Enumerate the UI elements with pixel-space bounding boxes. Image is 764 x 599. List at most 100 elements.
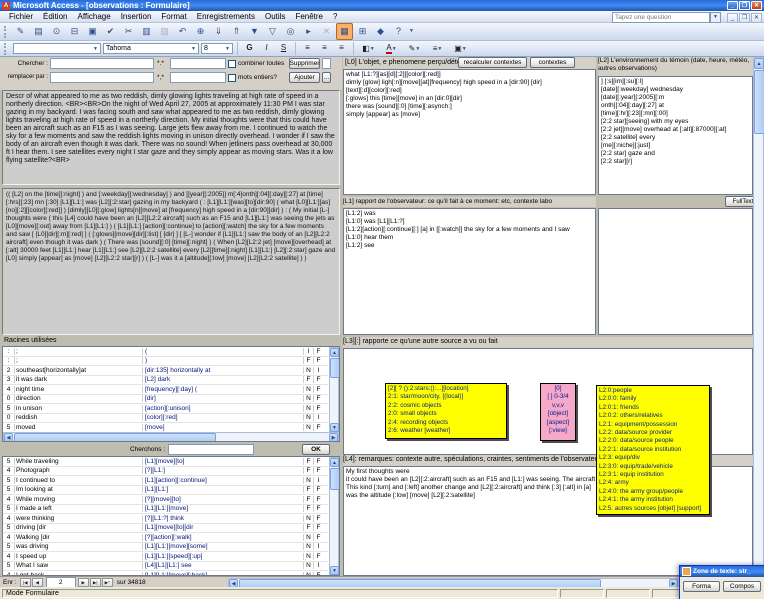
- find-icon[interactable]: ◎: [282, 23, 299, 40]
- new-object-icon[interactable]: ◆: [372, 23, 389, 40]
- scroll-thumb[interactable]: [14, 433, 216, 442]
- copy-icon[interactable]: ▥: [138, 23, 155, 40]
- fill-color-button[interactable]: ◧▼: [358, 41, 379, 56]
- list-item[interactable]: 5 was driving [L1][L1:][move][some] N I: [3, 543, 328, 553]
- goto-field-combobox[interactable]: ▼: [13, 43, 101, 54]
- compose-tab-button[interactable]: Compos: [723, 581, 761, 592]
- list-item[interactable]: 4 I get back [L1][L1:][move][:back] N F: [3, 571, 328, 575]
- find-input[interactable]: [50, 58, 154, 69]
- note-l2-taxonomy[interactable]: L2:0:peopleL2:0:0: familyL2:0:1: friends…: [596, 385, 710, 515]
- filter-by-selection-icon[interactable]: ▼: [246, 23, 263, 40]
- format-tab-button[interactable]: Forma: [683, 581, 720, 592]
- list-item[interactable]: 5 While traveling [L1][move][to] F F: [3, 457, 328, 467]
- line-color-button[interactable]: ✎▼: [404, 41, 425, 56]
- file-search-icon[interactable]: ⊙: [48, 23, 65, 40]
- properties-title-bar[interactable]: Zone de texte: str_: [680, 566, 764, 577]
- new-record-icon[interactable]: ▸: [300, 23, 317, 40]
- menu-item[interactable]: ?: [328, 12, 342, 21]
- table-row[interactable]: 4 night time [frequency][:day] ( N F: [3, 385, 328, 395]
- note-cosmic-objects[interactable]: [2][ ? ():2:stars:():...][location]2:1: …: [385, 383, 507, 439]
- mdi-restore-icon[interactable]: ❒: [739, 13, 750, 23]
- list-item[interactable]: 4 Walking [dir [?][action][:walk] N F: [3, 533, 328, 543]
- table-row[interactable]: 5 moved [move] N F: [3, 423, 328, 432]
- italic-button[interactable]: I: [259, 41, 274, 56]
- note-object-aspect[interactable]: [0][ ] 0-3/4v,v,v[object][aspect][:view]: [540, 383, 576, 441]
- find-context-input[interactable]: [170, 58, 226, 69]
- menu-item[interactable]: Outils: [260, 12, 290, 21]
- menu-item[interactable]: Fenêtre: [290, 12, 328, 21]
- list-item[interactable]: 5 driving [dir [L1][move][to][dir F F: [3, 524, 328, 534]
- paste-icon[interactable]: ▨: [156, 23, 173, 40]
- toolbar-options-icon[interactable]: ▼: [408, 24, 415, 39]
- add-button[interactable]: Ajouter: [289, 72, 320, 83]
- list-item[interactable]: 5 I made a left [L1][L1:][move] F F: [3, 505, 328, 515]
- align-center-icon[interactable]: ≡: [317, 41, 332, 56]
- table-row[interactable]: : ; ( I F: [3, 347, 328, 357]
- table-row[interactable]: : ; ) F F: [3, 357, 328, 367]
- table-row[interactable]: 0 reddish [color][:red] N I: [3, 414, 328, 424]
- scroll-thumb[interactable]: [754, 70, 764, 134]
- next-record-button[interactable]: ▶: [78, 578, 89, 587]
- sort-ascending-icon[interactable]: ⇓: [210, 23, 227, 40]
- delete-record-icon[interactable]: ✕: [318, 23, 335, 40]
- cut-icon[interactable]: ✂: [120, 23, 137, 40]
- roots-vertical-scrollbar[interactable]: ▲ ▼: [329, 347, 339, 432]
- scroll-right-icon[interactable]: ▶: [329, 433, 338, 442]
- form-vertical-scrollbar[interactable]: ▲ ▼: [753, 57, 764, 576]
- toolbar-grip[interactable]: [4, 43, 9, 55]
- scroll-down-icon[interactable]: ▼: [330, 423, 339, 432]
- underline-button[interactable]: S: [276, 41, 291, 56]
- list-item[interactable]: 5 I continued to [L1][action][:continue]…: [3, 476, 328, 486]
- first-record-button[interactable]: |◀: [20, 578, 31, 587]
- mdi-minimize-icon[interactable]: _: [727, 13, 738, 23]
- menu-item[interactable]: Insertion: [116, 12, 157, 21]
- list-item[interactable]: 4 While moving [?][move][to] F F: [3, 495, 328, 505]
- filter-by-form-icon[interactable]: ▽: [264, 23, 281, 40]
- hyperlink-icon[interactable]: ⊕: [192, 23, 209, 40]
- small-find-field[interactable]: [322, 58, 331, 69]
- sort-descending-icon[interactable]: ⇑: [228, 23, 245, 40]
- current-record-field[interactable]: 2: [46, 577, 76, 588]
- last-record-button[interactable]: ▶|: [90, 578, 101, 587]
- roots-horizontal-scrollbar[interactable]: ◀ ▶: [3, 432, 339, 442]
- replace-context-input[interactable]: [170, 72, 226, 83]
- align-right-icon[interactable]: ≡: [334, 41, 349, 56]
- list-item[interactable]: 5 Im looking at [L1][L1:] F F: [3, 486, 328, 496]
- more-button[interactable]: ...: [322, 72, 331, 83]
- help-icon[interactable]: ?: [390, 23, 407, 40]
- database-window-icon[interactable]: ⊞: [354, 23, 371, 40]
- list-item[interactable]: 5 What I saw [L4][L1][L1:] see N I: [3, 562, 328, 572]
- special-effect-button[interactable]: ▣▼: [450, 41, 471, 56]
- table-row[interactable]: 5 in unison [action][:unison] N F: [3, 404, 328, 414]
- font-name-combobox[interactable]: Tahoma▼: [103, 43, 199, 54]
- chevron-down-icon[interactable]: ▼: [710, 12, 721, 23]
- properties-icon[interactable]: ▦: [336, 23, 353, 40]
- scroll-up-icon[interactable]: ▲: [330, 348, 339, 357]
- list-item[interactable]: 4 I speed up [L1][L1:][speed][:up] N F: [3, 552, 328, 562]
- contexts-button[interactable]: contextes: [530, 57, 575, 68]
- maximize-icon[interactable]: ❒: [739, 1, 750, 10]
- scroll-up-icon[interactable]: ▲: [330, 458, 339, 467]
- ok-button[interactable]: OK: [302, 444, 330, 455]
- border-width-button[interactable]: ≡▼: [427, 41, 448, 56]
- l0-textbox[interactable]: what [L1:?][as][d][:2][[color][:red]] di…: [343, 69, 596, 195]
- phrases-vertical-scrollbar[interactable]: ▲ ▼: [329, 457, 339, 575]
- undo-icon[interactable]: ↶: [174, 23, 191, 40]
- menu-item[interactable]: Enregistrements: [192, 12, 260, 21]
- font-color-button[interactable]: A▼: [381, 41, 402, 56]
- table-row[interactable]: 2 southeast[horizontally]at [dir:135] ho…: [3, 366, 328, 376]
- minimize-icon[interactable]: _: [727, 1, 738, 10]
- combine-all-checkbox[interactable]: [228, 60, 236, 68]
- scroll-thumb[interactable]: [330, 468, 340, 490]
- l2-secondary-textbox[interactable]: [598, 208, 753, 335]
- menu-item[interactable]: Fichier: [4, 12, 38, 21]
- bold-button[interactable]: G: [242, 41, 257, 56]
- delete-button[interactable]: Supprimer: [289, 58, 320, 69]
- l1-textbox[interactable]: [L1:2] was [L1:0] was [L1][L1:?] [L1:2][…: [343, 208, 596, 335]
- l2-textbox[interactable]: ] [:s][im][:su][:l] [date][:weekday] wed…: [598, 76, 753, 195]
- ask-question-input[interactable]: Tapez une question: [612, 12, 710, 23]
- list-item[interactable]: 4 Photograph [?][L1:] F F: [3, 467, 328, 477]
- print-preview-icon[interactable]: ▣: [84, 23, 101, 40]
- whole-words-checkbox[interactable]: [228, 74, 236, 82]
- print-icon[interactable]: ⊟: [66, 23, 83, 40]
